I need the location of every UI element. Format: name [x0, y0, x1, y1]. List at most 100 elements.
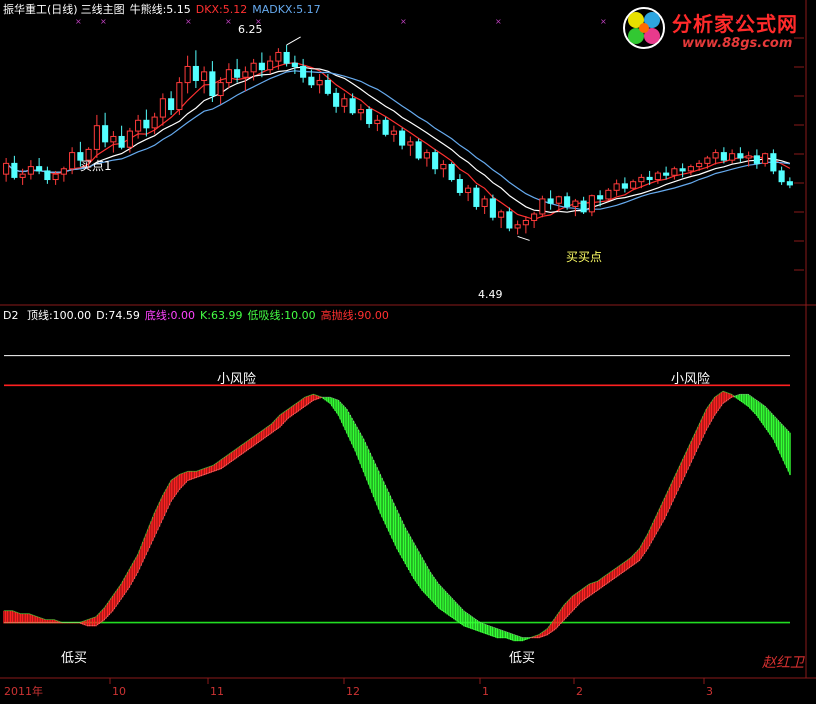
upper-legend: 振华重工(日线) 三线主图 牛熊线:5.15 DKX:5.12 MADKX:5.17: [3, 3, 326, 16]
candle-body: [366, 109, 373, 125]
candle-body: [143, 119, 150, 129]
candle-body: [597, 195, 604, 200]
candle-body: [382, 119, 389, 135]
candle-body: [465, 187, 472, 193]
candle-body: [423, 152, 430, 159]
candle-body: [27, 166, 34, 175]
min-price-label: 4.49: [478, 288, 503, 301]
legend-d-value: D:74.59: [96, 309, 140, 322]
candle-body: [11, 162, 18, 178]
x-tick-1: 1: [482, 685, 489, 698]
candle-body: [349, 98, 356, 114]
candle-body: [448, 163, 455, 181]
marker-x-5: ×: [400, 17, 407, 26]
logo-url: www.88gs.com: [682, 36, 793, 51]
small-risk-label-2: 小风险: [671, 372, 710, 387]
candle-body: [704, 157, 711, 164]
candle-body: [275, 51, 282, 62]
candle-body: [60, 168, 67, 175]
candle-body: [671, 168, 678, 176]
x-tick-12: 12: [346, 685, 360, 698]
candle-body: [753, 155, 760, 164]
candle-body: [564, 196, 571, 207]
marker-x-1: ×: [100, 17, 107, 26]
legend-high-sell-line: 高抛线:90.00: [320, 309, 389, 322]
x-tick-2011: 2011年: [4, 684, 43, 698]
candle-body: [663, 172, 670, 176]
candle-body: [300, 65, 307, 78]
buy-point-2-label: 买买点: [566, 250, 602, 264]
x-tick-10: 10: [112, 685, 126, 698]
x-tick-3: 3: [706, 685, 713, 698]
upper-pane-candles: [3, 44, 793, 235]
candle-body: [151, 116, 158, 129]
x-axis: [109, 678, 705, 684]
candle-body: [36, 166, 43, 172]
candle-body: [44, 170, 51, 181]
candle-body: [687, 166, 694, 172]
upper-pane-grid: ××××××××××: [75, 17, 804, 271]
candle-body: [646, 176, 653, 181]
lower-pane-kd-bars: [3, 390, 791, 642]
marker-x-2: ×: [185, 17, 192, 26]
x-tick-11: 11: [210, 685, 224, 698]
candle-body: [588, 195, 595, 213]
chart-canvas: ×××××××××× 6.25 4.49 买点1 买买点 小风险 小风险 低买 …: [0, 0, 816, 698]
lower-legend: D2 顶线:100.00 D:74.59 底线:0.00 K:63.99 低吸线:10.…: [3, 309, 394, 322]
candle-body: [440, 163, 447, 170]
candle-body: [390, 130, 397, 135]
legend-top-line: 顶线:100.00: [26, 309, 92, 322]
madkx-value: MADKX:5.17: [252, 3, 321, 16]
candle-body: [638, 176, 645, 183]
candle-body: [234, 69, 241, 78]
low-buy-label-1: 低买: [61, 651, 87, 666]
candle-body: [770, 153, 777, 172]
candle-body: [184, 65, 191, 84]
candle-body: [258, 62, 265, 71]
candle-body: [679, 168, 686, 172]
candle-body: [522, 219, 529, 226]
candle-body: [176, 82, 183, 111]
candle-body: [250, 62, 257, 73]
small-risk-label-1: 小风险: [217, 372, 256, 387]
candle-body: [456, 179, 463, 193]
marker-x-3: ×: [225, 17, 232, 26]
candle-body: [778, 170, 785, 183]
candle-body: [580, 200, 587, 213]
candle-body: [159, 98, 166, 118]
low-buy-label-2: 低买: [509, 651, 535, 666]
dkx-value: DKX:5.12: [195, 3, 248, 16]
candle-body: [473, 187, 480, 207]
candle-body: [69, 152, 76, 170]
marker-x-7: ×: [600, 17, 607, 26]
candle-body: [333, 92, 340, 107]
candle-body: [19, 173, 26, 178]
candle-body: [481, 198, 488, 207]
candle-body: [654, 172, 661, 181]
candle-body: [374, 119, 381, 125]
legend-bottom-line: 底线:0.00: [144, 309, 196, 322]
candle-body: [498, 211, 505, 218]
candle-body: [555, 196, 562, 204]
candle-body: [762, 153, 769, 164]
candle-body: [514, 224, 521, 229]
candle-body: [399, 130, 406, 146]
candle-body: [93, 125, 100, 150]
candle-body: [506, 211, 513, 229]
candle-body: [316, 79, 323, 86]
logo-title: 分析家公式网: [672, 12, 798, 36]
candle-body: [539, 198, 546, 215]
candle-body: [605, 189, 612, 200]
logo-flower-icon: [623, 7, 665, 49]
candle-body: [720, 152, 727, 161]
stock-name: 振华重工(日线): [3, 3, 78, 16]
candle-body: [209, 71, 216, 97]
x-tick-2: 2: [576, 685, 583, 698]
candle-body: [415, 141, 422, 159]
buy-point-1-label: 买点1: [80, 159, 112, 173]
indicator-name: D2: [3, 309, 19, 322]
candle-body: [630, 181, 637, 189]
candle-body: [126, 130, 133, 148]
max-price-label: 6.25: [238, 23, 263, 36]
watermark: 赵红卫: [762, 655, 805, 671]
